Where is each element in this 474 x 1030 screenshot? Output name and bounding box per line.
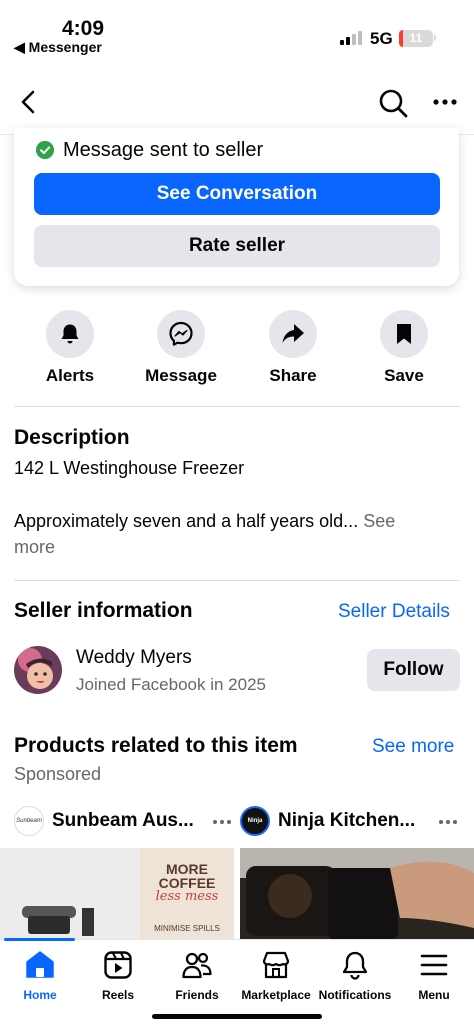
ad-text-3: less mess (155, 889, 219, 904)
product-card-header[interactable]: Sunbeam Sunbeam Aus... (14, 804, 194, 838)
seller-name[interactable]: Weddy Myers (76, 647, 192, 669)
home-icon (26, 951, 54, 978)
marketplace-icon (262, 951, 290, 979)
tab-marketplace[interactable]: Marketplace (236, 946, 316, 1006)
sponsored-label: Sponsored (14, 764, 102, 784)
back-to-messenger-link[interactable]: ◀ Messenger (14, 39, 102, 56)
chevron-left-icon[interactable] (14, 88, 42, 116)
tab-friends[interactable]: Friends (157, 946, 237, 1006)
seller-info-heading: Seller information (14, 599, 193, 622)
more-icon[interactable] (432, 92, 458, 112)
description-body: Approximately seven and a half years old… (14, 511, 460, 532)
product-card-header[interactable]: Ninja Ninja Kitchen... (240, 804, 415, 838)
product-image[interactable] (240, 848, 474, 939)
share-label: Share (269, 366, 317, 385)
save-action[interactable]: Save (354, 310, 454, 390)
tab-menu[interactable]: Menu (394, 946, 474, 1006)
status-time: 4:09 (62, 17, 105, 40)
share-icon (282, 324, 304, 343)
divider (14, 580, 460, 581)
message-status-text: Message sent to seller (63, 138, 264, 161)
menu-icon (420, 954, 448, 976)
bell-icon (61, 324, 79, 344)
avatar[interactable] (14, 646, 62, 694)
ad-text-2: COFFEE (158, 875, 216, 891)
see-more-link-continued[interactable]: more (14, 537, 55, 558)
bell-icon (342, 951, 368, 980)
message-label: Message (145, 366, 217, 385)
tab-label: Menu (418, 988, 450, 1002)
check-circle-icon (36, 141, 54, 159)
message-action[interactable]: Message (131, 310, 231, 390)
tab-reels[interactable]: Reels (78, 946, 158, 1006)
see-more-link[interactable]: See (358, 511, 395, 531)
home-indicator (152, 1014, 322, 1019)
messenger-icon (169, 321, 193, 346)
tab-notifications[interactable]: Notifications (315, 946, 395, 1006)
seller-details-link[interactable]: Seller Details (338, 601, 450, 623)
ninja-coffee-image (240, 848, 474, 939)
alerts-label: Alerts (45, 366, 95, 385)
follow-button[interactable]: Follow (367, 649, 460, 691)
more-icon[interactable] (438, 819, 458, 825)
ad-text-1: MORE (166, 861, 208, 877)
ninja-logo: Ninja (240, 806, 270, 836)
see-conversation-button[interactable]: See Conversation (34, 173, 440, 215)
product-brand-name: Sunbeam Aus... (52, 810, 194, 831)
friends-icon (182, 952, 212, 979)
rate-seller-button[interactable]: Rate seller (34, 225, 440, 267)
message-sent-card: Message sent to seller See Conversation … (14, 128, 459, 286)
listing-actions: Alerts Message Share Save (0, 310, 474, 390)
seller-joined: Joined Facebook in 2025 (76, 675, 266, 694)
more-icon[interactable] (212, 819, 232, 825)
product-brand-name: Ninja Kitchen... (278, 810, 416, 831)
sunbeam-logo: Sunbeam (14, 806, 44, 836)
status-bar: 4:09 ◀ Messenger 5G 11 (0, 0, 474, 62)
alerts-action[interactable]: Alerts (20, 310, 120, 390)
top-nav-bar (0, 62, 474, 135)
listing-title: 142 L Westinghouse Freezer (14, 458, 245, 478)
active-tab-indicator (4, 938, 75, 941)
save-label: Save (384, 366, 424, 385)
battery-icon: 11 (399, 30, 433, 47)
bookmark-icon (397, 324, 411, 344)
battery-level: 11 (409, 31, 423, 45)
description-text: Approximately seven and a half years old… (14, 511, 359, 531)
product-image[interactable]: MORE COFFEE less mess MINIMISE SPILLS (0, 848, 234, 939)
ad-text-4: MINIMISE SPILLS (154, 924, 220, 933)
related-products-heading: Products related to this item (14, 734, 298, 757)
reels-icon (104, 951, 132, 979)
share-action[interactable]: Share (243, 310, 343, 390)
divider (14, 406, 460, 407)
ad-headline: MORE COFFEE less mess (140, 862, 234, 904)
message-status: Message sent to seller (36, 138, 263, 162)
description-heading: Description (14, 426, 130, 449)
network-type: 5G (370, 29, 393, 48)
see-more-products-link[interactable]: See more (372, 736, 454, 758)
signal-icon (340, 31, 364, 45)
search-icon[interactable] (378, 88, 408, 118)
